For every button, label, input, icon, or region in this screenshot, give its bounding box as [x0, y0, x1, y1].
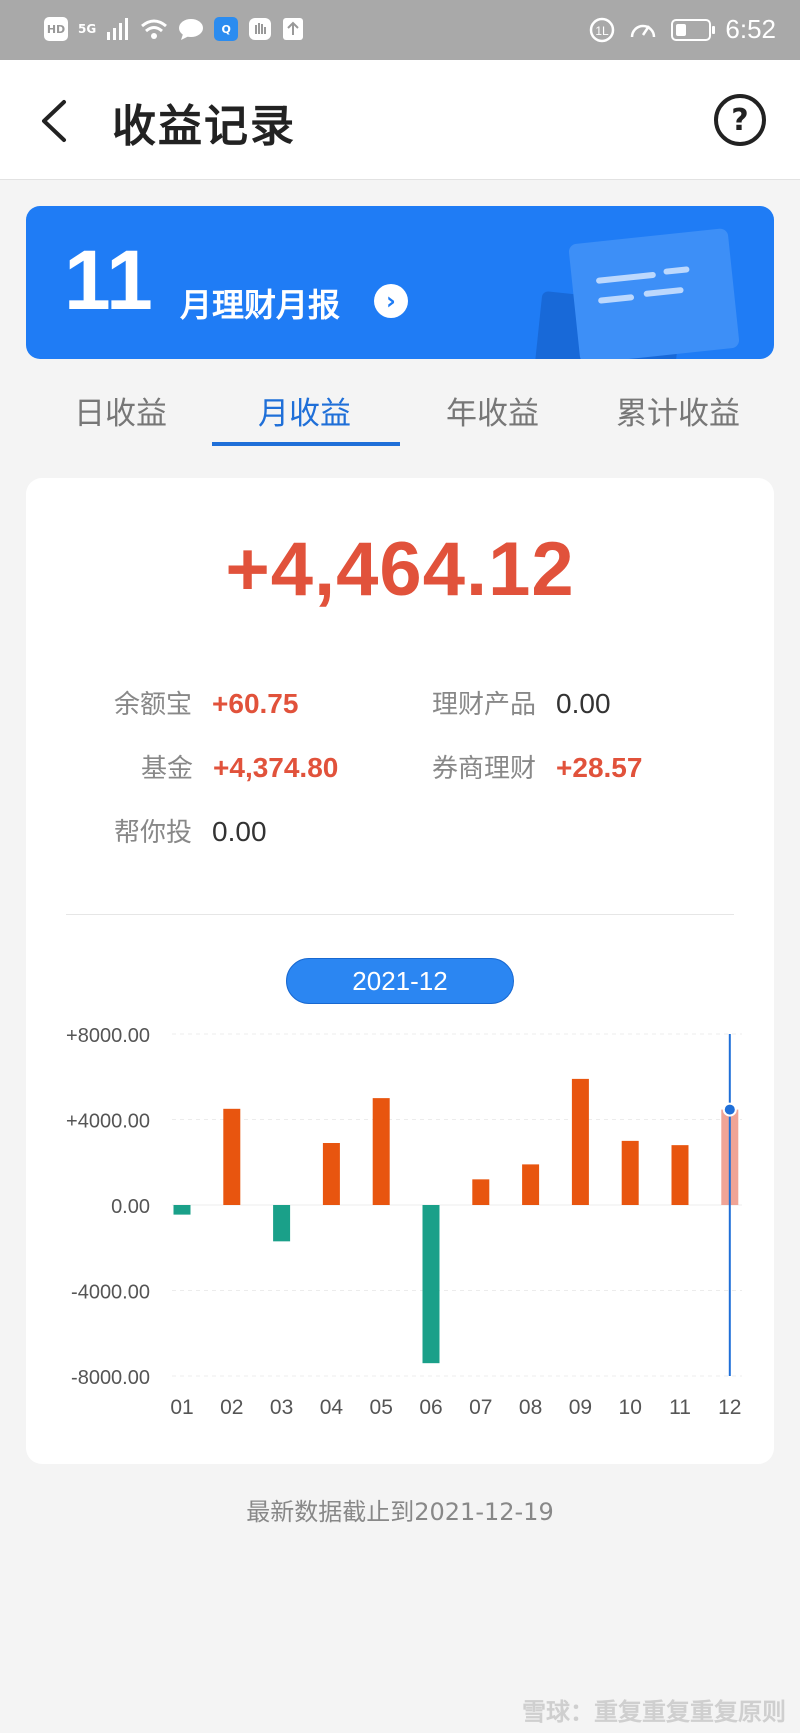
hd-icon: HD	[44, 17, 68, 41]
data-cutoff-note: 最新数据截止到2021-12-19	[246, 1498, 554, 1526]
earnings-tabs: 日收益 月收益 年收益 累计收益	[0, 380, 800, 446]
data-saver-icon: 1L	[590, 17, 615, 42]
tab-monthly[interactable]: 月收益	[258, 388, 351, 433]
bar-08	[522, 1164, 540, 1205]
bar-11	[671, 1145, 689, 1205]
bar-03	[273, 1205, 291, 1242]
x-tick-label: 06	[419, 1396, 442, 1419]
earnings-card: +4,464.12 余额宝 +60.75 理财产品 0.00 基金 +4,374.80…	[26, 478, 774, 1464]
page-title: 收益记录	[112, 101, 296, 152]
speed-icon	[631, 24, 656, 37]
help-button[interactable]: ?	[714, 94, 766, 146]
wifi-icon	[141, 19, 168, 39]
tab-cumulative[interactable]: 累计收益	[616, 388, 740, 433]
bar-04	[322, 1143, 340, 1205]
y-tick-label: +8000.00	[66, 1025, 150, 1047]
selection-point	[722, 1102, 737, 1117]
chevron-right-icon: ›	[374, 284, 408, 318]
upload-icon	[283, 18, 304, 40]
tab-yearly[interactable]: 年收益	[446, 388, 539, 433]
bar-02	[223, 1108, 241, 1205]
x-tick-label: 08	[519, 1396, 542, 1419]
monthly-earnings-chart[interactable]: +8000.00 +4000.00 0.00 -4000.00 -8000.00 01 02…	[26, 478, 774, 1464]
bar-10	[621, 1140, 639, 1205]
x-tick-label: 10	[619, 1396, 642, 1419]
status-bar: HD 5G Q 1L 6:52	[0, 0, 800, 60]
document-illustration	[568, 227, 740, 359]
chevron-left-icon	[42, 100, 66, 142]
bar-09	[571, 1078, 589, 1205]
active-tab-indicator	[212, 442, 400, 446]
x-tick-label: 11	[669, 1396, 691, 1419]
y-tick-label: 0.00	[111, 1196, 150, 1218]
battery-icon	[671, 18, 716, 41]
message-icon	[179, 19, 204, 40]
report-month-number: 11	[64, 233, 153, 327]
svg-text:1L: 1L	[596, 24, 610, 38]
x-tick-label: 07	[469, 1396, 492, 1419]
bar-01	[173, 1205, 191, 1215]
bar-07	[472, 1179, 490, 1205]
hand-icon	[249, 18, 272, 40]
y-tick-label: -4000.00	[71, 1282, 150, 1304]
tab-daily[interactable]: 日收益	[74, 388, 167, 433]
x-tick-label: 03	[270, 1396, 293, 1419]
5g-icon: 5G	[78, 22, 97, 36]
question-icon: ?	[731, 102, 749, 138]
back-button[interactable]	[36, 96, 76, 146]
signal-icon	[107, 18, 129, 40]
bar-05	[372, 1098, 390, 1205]
y-tick-label: +4000.00	[66, 1111, 150, 1133]
y-tick-label: -8000.00	[71, 1367, 150, 1389]
clock: 6:52	[725, 14, 776, 44]
x-tick-label: 04	[320, 1396, 344, 1419]
monthly-report-banner[interactable]: 11 月理财月报 ›	[26, 206, 774, 359]
x-tick-label: 02	[220, 1396, 243, 1419]
bar-06	[422, 1205, 440, 1364]
app-header: 收益记录 ?	[0, 60, 800, 180]
search-app-icon: Q	[214, 17, 239, 41]
watermark: 雪球：重复重复重复原则	[522, 1698, 786, 1726]
x-tick-label: 01	[170, 1396, 193, 1419]
x-tick-label: 09	[569, 1396, 592, 1419]
x-tick-label: 05	[370, 1396, 393, 1419]
x-tick-label: 12	[718, 1396, 741, 1419]
report-label: 月理财月报	[180, 286, 341, 324]
